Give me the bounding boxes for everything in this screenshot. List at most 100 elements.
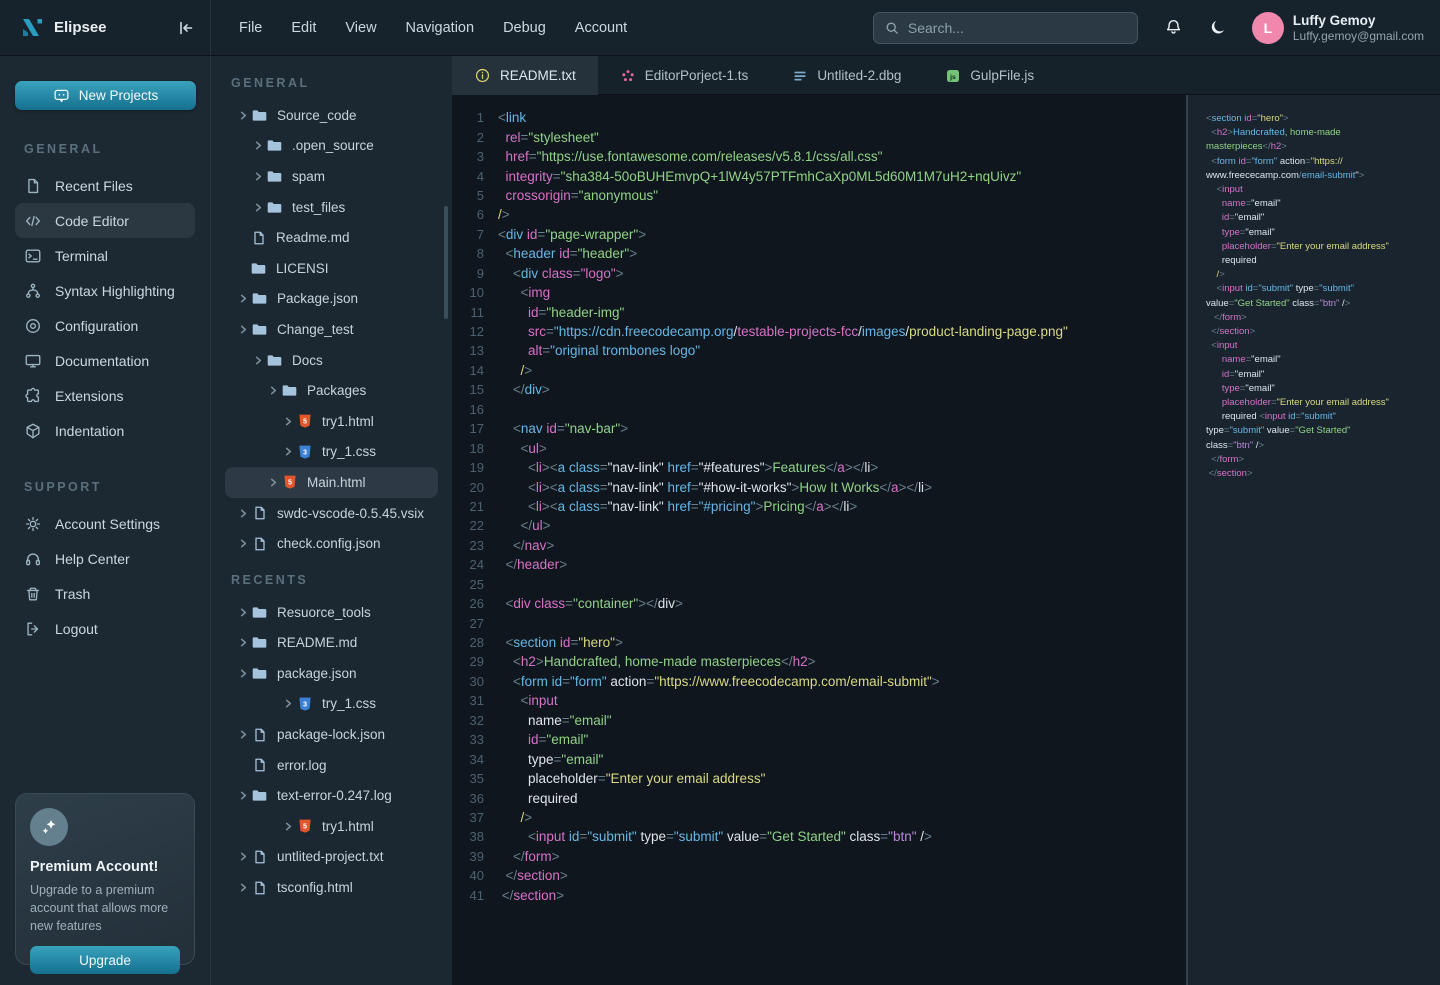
css3-file-icon: 3 <box>296 696 313 712</box>
folder-icon <box>266 352 283 369</box>
tree-item-label: Docs <box>292 353 323 368</box>
menu-item-navigation[interactable]: Navigation <box>406 20 475 36</box>
tree-item-spam[interactable]: spam <box>225 161 438 192</box>
menu-item-debug[interactable]: Debug <box>503 20 546 36</box>
sidebar-item-account-settings[interactable]: Account Settings <box>15 506 195 541</box>
line-number: 9 <box>452 266 484 281</box>
sidebar-item-code-editor[interactable]: Code Editor <box>15 203 195 238</box>
tab-gulpfile.js[interactable]: jsGulpFile.js <box>923 56 1056 95</box>
file-icon <box>251 757 268 773</box>
app-logo-icon <box>18 15 44 41</box>
code-text: integrity="sha384-50oBUHEmvpQ+1lW4y57PTF… <box>498 169 1021 184</box>
tree-item-text-error-0.247.log[interactable]: text-error-0.247.log <box>225 780 438 811</box>
code-editor[interactable]: 1<link2 rel="stylesheet"3 href="https://… <box>452 95 1186 985</box>
line-number: 22 <box>452 518 484 533</box>
tab-untlited-2.dbg[interactable]: Untlited-2.dbg <box>770 56 923 95</box>
menu-item-file[interactable]: File <box>239 20 262 36</box>
sidebar-item-syntax-highlighting[interactable]: Syntax Highlighting <box>15 273 195 308</box>
code-text: <li><a class="nav-link" href="#pricing">… <box>498 499 857 514</box>
tree-item-try1.html[interactable]: 5try1.html <box>225 811 438 842</box>
line-number: 38 <box>452 829 484 844</box>
tree-item-package.json[interactable]: Package.json <box>225 284 438 315</box>
sidebar-item-configuration[interactable]: Configuration <box>15 308 195 343</box>
tab-editorporject-1.ts[interactable]: EditorPorject-1.ts <box>598 56 771 95</box>
menu-item-view[interactable]: View <box>345 20 376 36</box>
tree-item-try_1.css[interactable]: 3try_1.css <box>225 689 438 720</box>
tree-item-change_test[interactable]: Change_test <box>225 314 438 345</box>
tree-item-docs[interactable]: Docs <box>225 345 438 376</box>
tree-item-readme.md[interactable]: Readme.md <box>225 222 438 253</box>
tree-item-check.config.json[interactable]: check.config.json <box>225 528 438 559</box>
chevron-right-icon <box>235 729 251 740</box>
menu-item-account[interactable]: Account <box>575 20 627 36</box>
tree-item-licensi[interactable]: LICENSI <box>225 253 438 284</box>
code-line: 33 id="email" <box>452 730 1186 749</box>
tree-item-label: Readme.md <box>276 230 350 245</box>
code-line: 16 <box>452 400 1186 419</box>
minimap-line: value="Get Started" class="btn" /> <box>1206 297 1440 311</box>
tree-item-error.log[interactable]: error.log <box>225 750 438 781</box>
tree-item-package-lock.json[interactable]: package-lock.json <box>225 719 438 750</box>
tree-item-untlited-project.txt[interactable]: untlited-project.txt <box>225 842 438 873</box>
logout-icon <box>24 620 42 638</box>
code-line: 7<div id="page-wrapper"> <box>452 225 1186 244</box>
code-line: 21 <li><a class="nav-link" href="#pricin… <box>452 497 1186 516</box>
tree-item-label: untlited-project.txt <box>277 849 384 864</box>
minimap-panel[interactable]: <section id="hero"> <h2>Handcrafted, hom… <box>1186 95 1440 985</box>
tree-item-package.json[interactable]: package.json <box>225 658 438 689</box>
file-tree-scrollbar[interactable] <box>444 206 448 319</box>
notifications-bell-icon[interactable] <box>1164 18 1183 37</box>
tree-item-label: spam <box>292 169 325 184</box>
tree-item-try_1.css[interactable]: 3try_1.css <box>225 437 438 468</box>
sidebar-item-extensions[interactable]: Extensions <box>15 378 195 413</box>
tree-item-label: Package.json <box>277 291 358 306</box>
javascript-file-icon: js <box>945 68 961 84</box>
search-input[interactable] <box>908 20 1108 36</box>
new-projects-button[interactable]: New Projects <box>15 81 196 110</box>
html5-file-icon: 5 <box>296 818 313 834</box>
tree-item-main.html[interactable]: 5Main.html <box>225 467 438 498</box>
sidebar-item-help-center[interactable]: Help Center <box>15 541 195 576</box>
chevron-right-icon <box>235 851 251 862</box>
tree-item-test_files[interactable]: test_files <box>225 192 438 223</box>
tree-item-try1.html[interactable]: 5try1.html <box>225 406 438 437</box>
line-number: 12 <box>452 324 484 339</box>
collapse-sidebar-icon[interactable] <box>176 18 196 38</box>
tree-item-packages[interactable]: Packages <box>225 375 438 406</box>
line-number: 15 <box>452 382 484 397</box>
sidebar-item-indentation[interactable]: Indentation <box>15 413 195 448</box>
minimap-line: name="email" <box>1206 353 1440 367</box>
code-icon <box>24 212 42 230</box>
sidebar-item-terminal[interactable]: Terminal <box>15 238 195 273</box>
line-number: 20 <box>452 480 484 495</box>
search-box[interactable] <box>873 12 1138 44</box>
line-number: 13 <box>452 343 484 358</box>
sidebar-item-logout[interactable]: Logout <box>15 611 195 646</box>
sidebar-item-label: Logout <box>55 621 98 637</box>
code-line: 6/> <box>452 205 1186 224</box>
tree-item-.open_source[interactable]: .open_source <box>225 131 438 162</box>
typescript-file-icon <box>620 68 636 84</box>
sidebar-item-trash[interactable]: Trash <box>15 576 195 611</box>
tree-item-readme.md[interactable]: README.md <box>225 628 438 659</box>
folder-icon <box>250 260 267 277</box>
tree-item-tsconfig.html[interactable]: tsconfig.html <box>225 872 438 903</box>
tree-item-swdc-vscode-0.5.45.vsix[interactable]: swdc-vscode-0.5.45.vsix <box>225 498 438 529</box>
menu-item-edit[interactable]: Edit <box>291 20 316 36</box>
tree-item-label: swdc-vscode-0.5.45.vsix <box>277 506 424 521</box>
dark-mode-moon-icon[interactable] <box>1209 18 1228 37</box>
line-number: 3 <box>452 149 484 164</box>
code-text: crossorigin="anonymous" <box>498 188 658 203</box>
tab-readme.txt[interactable]: README.txt <box>452 56 598 95</box>
user-menu[interactable]: L Luffy Gemoy Luffy.gemoy@gmail.com <box>1252 12 1424 44</box>
upgrade-button[interactable]: Upgrade <box>30 946 180 974</box>
code-line: 36 required <box>452 788 1186 807</box>
chevron-right-icon <box>235 637 251 648</box>
sidebar-item-documentation[interactable]: Documentation <box>15 343 195 378</box>
sidebar: New Projects GENERALRecent FilesCode Edi… <box>0 56 211 985</box>
tree-item-source_code[interactable]: Source_code <box>225 100 438 131</box>
sidebar-item-recent-files[interactable]: Recent Files <box>15 168 195 203</box>
tree-item-resuorce_tools[interactable]: Resuorce_tools <box>225 597 438 628</box>
line-number: 40 <box>452 868 484 883</box>
file-icon <box>251 880 268 896</box>
